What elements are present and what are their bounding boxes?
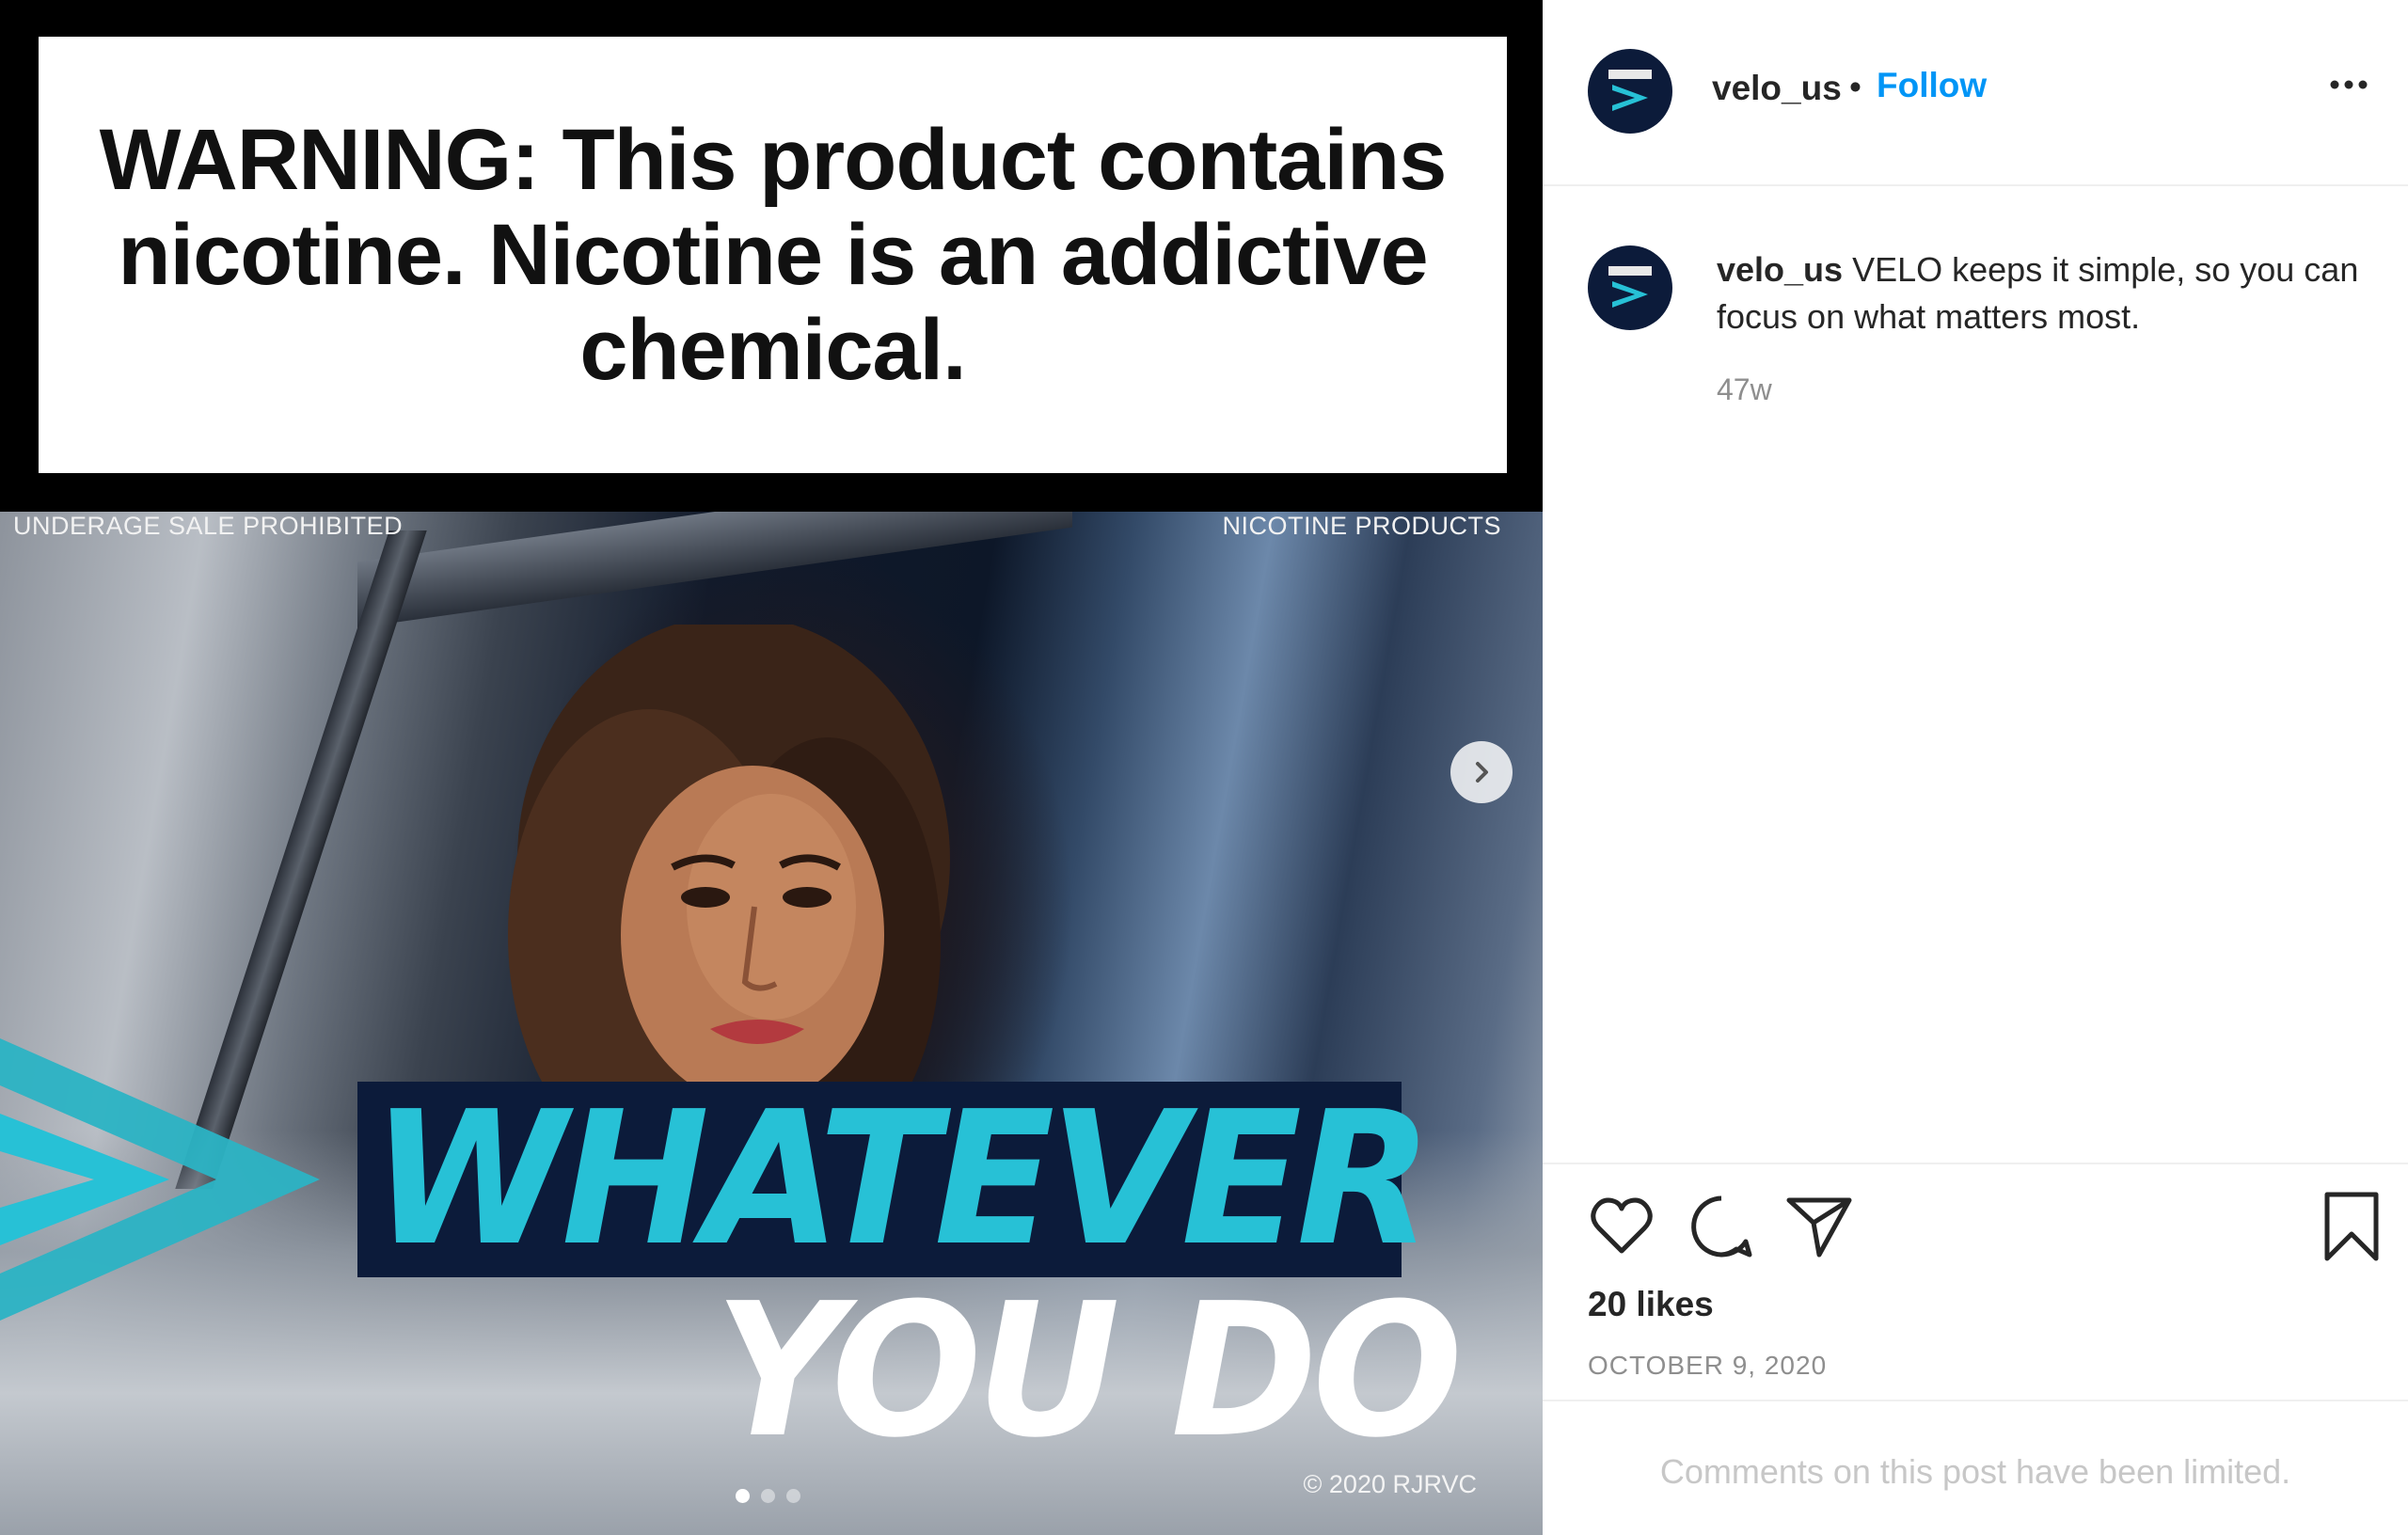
velo-logo-icon	[1608, 70, 1652, 111]
bookmark-icon[interactable]	[2314, 1189, 2389, 1264]
action-bar	[1543, 1189, 2408, 1264]
nicotine-warning-text: WARNING: This product contains nicotine.…	[99, 111, 1448, 398]
carousel-dot	[786, 1489, 800, 1503]
post-date: OCTOBER 9, 2020	[1588, 1351, 1828, 1380]
underage-sale-label: UNDERAGE SALE PROHIBITED	[13, 512, 404, 540]
heart-icon[interactable]	[1584, 1189, 1659, 1264]
comments-divider	[1543, 1400, 2408, 1401]
avatar[interactable]	[1588, 49, 1672, 134]
comment-icon[interactable]	[1684, 1189, 1759, 1264]
post-side-panel: velo_us • Follow velo_us VELO keeps it s…	[1543, 0, 2408, 1535]
caption-username[interactable]: velo_us	[1717, 250, 1843, 289]
velo-logo-icon	[1608, 266, 1652, 308]
separator-dot: •	[1849, 68, 1861, 106]
carousel-next-button[interactable]	[1450, 741, 1513, 803]
carousel-indicator	[736, 1489, 800, 1503]
carousel-dot	[761, 1489, 775, 1503]
nicotine-warning-box: WARNING: This product contains nicotine.…	[39, 37, 1507, 473]
car-window-top	[357, 512, 1072, 628]
post-caption: velo_us VELO keeps it simple, so you can…	[1717, 246, 2375, 340]
post-photo: UNDERAGE SALE PROHIBITED NICOTINE PRODUC…	[0, 512, 1543, 1535]
send-icon[interactable]	[1782, 1189, 1857, 1264]
actions-divider	[1543, 1163, 2408, 1164]
carousel-dot	[736, 1489, 750, 1503]
post-media: WARNING: This product contains nicotine.…	[0, 0, 1543, 1535]
chevron-right-icon	[1476, 762, 1488, 783]
header-divider	[1543, 184, 2408, 186]
headline-whatever: WHATEVER	[372, 1072, 1433, 1287]
header-username[interactable]: velo_us	[1712, 69, 1842, 108]
avatar[interactable]	[1588, 245, 1672, 330]
caption-timestamp[interactable]: 47w	[1717, 372, 1772, 407]
velo-chevron-logo-icon	[0, 1038, 320, 1321]
follow-button[interactable]: Follow	[1877, 66, 1987, 105]
more-horizontal-icon[interactable]	[2328, 75, 2369, 94]
nicotine-products-label: NICOTINE PRODUCTS	[1222, 512, 1501, 540]
copyright-text: © 2020 RJRVC	[1303, 1470, 1477, 1498]
headline-you-do: YOU DO	[715, 1264, 1463, 1479]
comments-limited-notice: Comments on this post have been limited.	[1659, 1452, 2291, 1491]
likes-count[interactable]: 20 likes	[1588, 1285, 1714, 1324]
